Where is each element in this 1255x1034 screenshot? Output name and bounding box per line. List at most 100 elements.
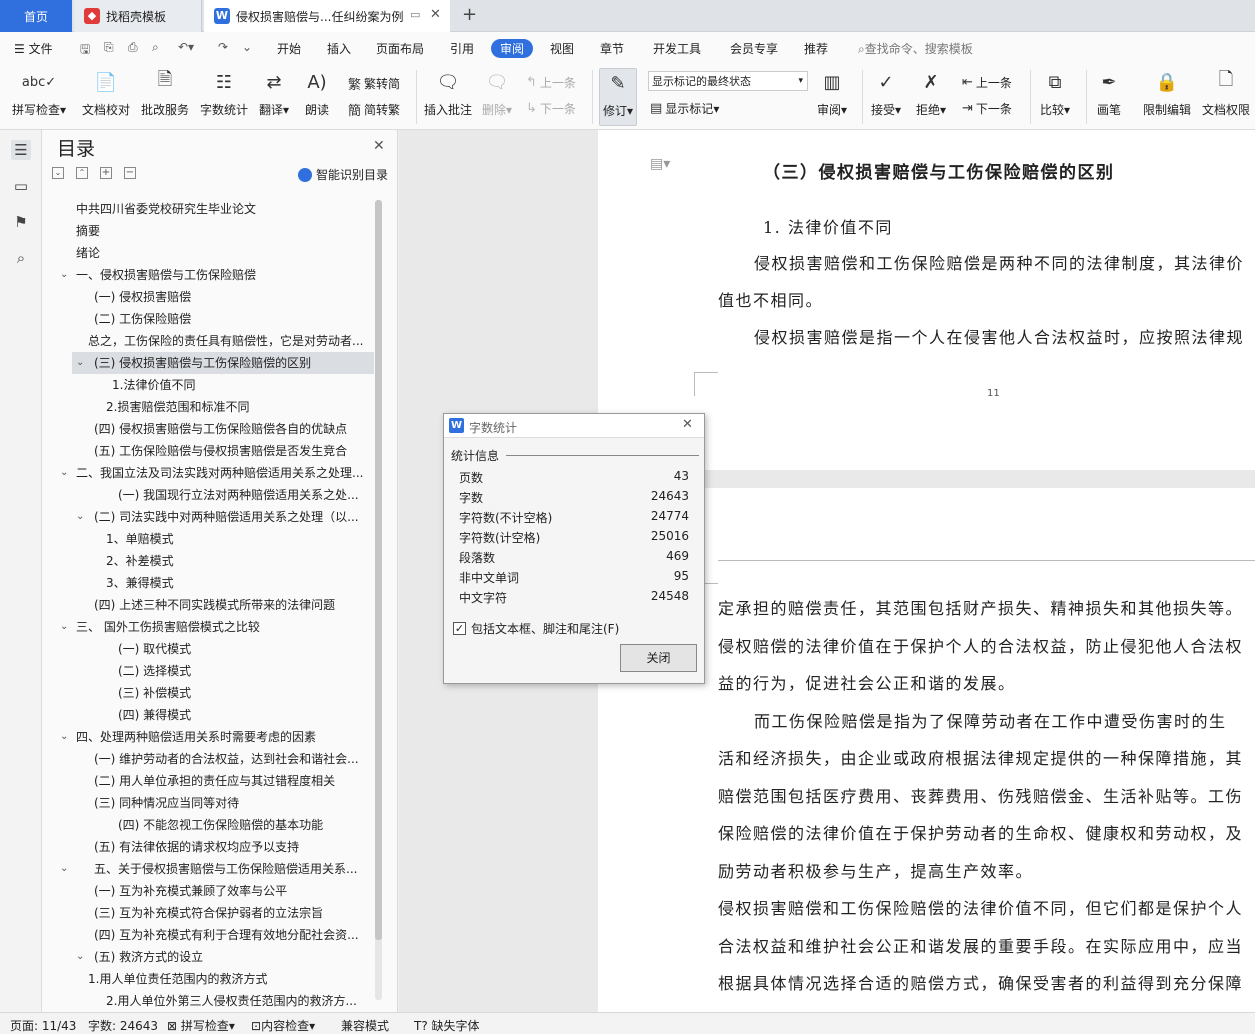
- menu-member[interactable]: 会员专享: [730, 40, 778, 57]
- toc-item[interactable]: (一) 取代模式: [118, 638, 191, 660]
- toc-item[interactable]: 四、处理两种赔偿适用关系时需要考虑的因素: [76, 726, 316, 748]
- chevron-down-icon[interactable]: ⌄: [60, 616, 68, 638]
- close-icon[interactable]: ✕: [373, 138, 385, 154]
- bookmark-icon[interactable]: ⚑: [11, 212, 31, 232]
- toc-item[interactable]: (一) 维护劳动者的合法权益，达到社会和谐社会...: [94, 748, 359, 770]
- tab-template[interactable]: ◆ 找稻壳模板: [74, 0, 202, 32]
- chevron-down-icon[interactable]: ⌄: [76, 946, 84, 968]
- toc-item[interactable]: (三) 同种情况应当同等对待: [94, 792, 239, 814]
- window-icon[interactable]: ▭: [410, 8, 420, 21]
- toc-item[interactable]: (四) 上述三种不同实践模式所带来的法律问题: [94, 594, 335, 616]
- preview-icon[interactable]: ⌕: [152, 40, 159, 55]
- read-aloud-button[interactable]: A) 朗读: [304, 68, 330, 126]
- prev-comment-button[interactable]: ↰ 上一条: [526, 74, 576, 91]
- translate-button[interactable]: ⇄ 翻译▾: [259, 68, 289, 126]
- menu-start[interactable]: 开始: [277, 40, 301, 57]
- expand-all-icon[interactable]: +: [100, 167, 112, 179]
- menu-view[interactable]: 视图: [550, 40, 574, 57]
- reject-button[interactable]: ✗ 拒绝▾: [916, 68, 946, 126]
- toc-item[interactable]: 五、关于侵权损害赔偿与工伤保险赔偿适用关系...: [94, 858, 357, 880]
- pen-button[interactable]: ✒ 画笔: [1096, 68, 1122, 126]
- toc-item[interactable]: 总之，工伤保险的责任具有赔偿性，它是对劳动者...: [88, 330, 363, 352]
- toc-item[interactable]: (一) 侵权损害赔偿: [94, 286, 191, 308]
- menu-file[interactable]: ☰ 文件: [14, 40, 53, 57]
- include-textbox-checkbox[interactable]: ✓ 包括文本框、脚注和尾注(F): [453, 620, 619, 637]
- toc-item[interactable]: (一) 我国现行立法对两种赔偿适用关系之处...: [118, 484, 359, 506]
- toc-item[interactable]: 2.用人单位外第三人侵权责任范围内的救济方...: [106, 990, 357, 1012]
- menu-reference[interactable]: 引用: [450, 40, 474, 57]
- menu-devtools[interactable]: 开发工具: [653, 40, 701, 57]
- show-markup-button[interactable]: ▤ 显示标记 ▾: [650, 100, 719, 117]
- accept-button[interactable]: ✓ 接受▾: [871, 68, 901, 126]
- new-tab-icon[interactable]: +: [462, 4, 477, 25]
- chevron-down-icon[interactable]: ⌄: [76, 352, 84, 374]
- markup-state-select[interactable]: 显示标记的最终状态 ▾: [648, 71, 808, 91]
- toc-item[interactable]: 三、 国外工伤损害赔偿模式之比较: [76, 616, 260, 638]
- chevron-down-icon[interactable]: ⌄: [60, 264, 68, 286]
- toc-item[interactable]: (三) 补偿模式: [118, 682, 191, 704]
- toc-item[interactable]: (一) 互为补充模式兼顾了效率与公平: [94, 880, 287, 902]
- toc-item[interactable]: (二) 用人单位承担的责任应与其过错程度相关: [94, 770, 335, 792]
- undo-icon[interactable]: ↶▾: [178, 40, 194, 54]
- toc-item[interactable]: 二、我国立法及司法实践对两种赔偿适用关系之处理...: [76, 462, 363, 484]
- toc-item[interactable]: (五) 工伤保险赔偿与侵权损害赔偿是否发生竞合: [94, 440, 347, 462]
- restrict-edit-button[interactable]: 🔒 限制编辑: [1143, 68, 1191, 126]
- chevron-down-icon[interactable]: ⌄: [60, 858, 68, 880]
- toc-item[interactable]: 2、补差模式: [106, 550, 174, 572]
- toc-item[interactable]: 摘要: [76, 220, 100, 242]
- search-icon[interactable]: ⌕: [11, 248, 31, 268]
- toc-item[interactable]: (二) 工伤保险赔偿: [94, 308, 191, 330]
- next-comment-button[interactable]: ↳ 下一条: [526, 100, 576, 117]
- paragraph-format-icon[interactable]: ▤▾: [650, 156, 670, 172]
- toc-item[interactable]: 2.损害赔偿范围和标准不同: [106, 396, 249, 418]
- toc-item[interactable]: 绪论: [76, 242, 100, 264]
- redo-icon[interactable]: ↷: [218, 40, 228, 54]
- toc-item[interactable]: (四) 不能忽视工伤保险赔偿的基本功能: [118, 814, 323, 836]
- chevron-down-icon[interactable]: ⌄: [60, 726, 68, 748]
- collapse-all-icon[interactable]: −: [124, 167, 136, 179]
- doc-proof-button[interactable]: 📄 文档校对: [82, 68, 130, 126]
- menu-section[interactable]: 章节: [600, 40, 624, 57]
- revise-button[interactable]: ✎ 修订▾: [599, 68, 638, 126]
- checkbox-checked-icon[interactable]: ✓: [453, 622, 466, 635]
- toc-item[interactable]: 1、单赔模式: [106, 528, 174, 550]
- page-indicator[interactable]: 页面: 11/43: [10, 1017, 76, 1034]
- toc-item[interactable]: 一、侵权损害赔偿与工伤保险赔偿: [76, 264, 256, 286]
- toc-item[interactable]: (三) 侵权损害赔偿与工伤保险赔偿的区别: [94, 352, 311, 374]
- menu-recommend[interactable]: 推荐: [804, 40, 828, 57]
- spellcheck-button[interactable]: abc✓ 拼写检查▾: [12, 68, 66, 126]
- review-pane-button[interactable]: ▥ 审阅▾: [817, 68, 847, 126]
- toc-item[interactable]: 3、兼得模式: [106, 572, 174, 594]
- menu-layout[interactable]: 页面布局: [376, 40, 424, 57]
- insert-comment-button[interactable]: 🗨 插入批注: [424, 68, 472, 126]
- toc-item[interactable]: 中共四川省委党校研究生毕业论文: [76, 198, 256, 220]
- smart-detect-button[interactable]: 智能识别目录: [298, 166, 388, 183]
- scrollbar-track[interactable]: [375, 200, 382, 1000]
- export-icon[interactable]: ⎘: [104, 40, 114, 55]
- chevron-down-icon[interactable]: ⌄: [76, 506, 84, 528]
- toc-item[interactable]: 1.法律价值不同: [112, 374, 195, 396]
- menu-insert[interactable]: 插入: [327, 40, 351, 57]
- annotate-service-button[interactable]: 🗎 批改服务: [141, 68, 189, 126]
- toc-item[interactable]: (五) 救济方式的设立: [94, 946, 203, 968]
- chapter-nav-icon[interactable]: ▭: [11, 176, 31, 196]
- toc-pane-icon[interactable]: ☰: [11, 140, 31, 160]
- delete-comment-button[interactable]: 🗨 删除▾: [482, 68, 512, 126]
- compare-button[interactable]: ⧉ 比较▾: [1040, 68, 1070, 126]
- menu-review[interactable]: 审阅: [491, 39, 534, 58]
- trad-to-simp-button[interactable]: 繁繁转简: [348, 74, 400, 93]
- tab-home[interactable]: 首页: [0, 0, 72, 32]
- command-search[interactable]: ⌕查找命令、搜索模板: [858, 40, 973, 57]
- toc-item[interactable]: (四) 侵权损害赔偿与工伤保险赔偿各自的优缺点: [94, 418, 347, 440]
- close-tab-icon[interactable]: ✕: [430, 7, 441, 22]
- next-change-button[interactable]: ⇥ 下一条: [962, 100, 1012, 117]
- toc-item[interactable]: (四) 互为补充模式有利于合理有效地分配社会资...: [94, 924, 359, 946]
- doc-permission-button[interactable]: 🗋 文档权限: [1202, 68, 1250, 126]
- toc-item[interactable]: (四) 兼得模式: [118, 704, 191, 726]
- prev-change-button[interactable]: ⇤ 上一条: [962, 74, 1012, 91]
- save-icon[interactable]: 🖫: [80, 40, 90, 61]
- simp-to-trad-button[interactable]: 簡简转繁: [348, 100, 400, 119]
- word-count-button[interactable]: ☷ 字数统计: [200, 68, 248, 126]
- spellcheck-toggle[interactable]: ⊠ 拼写检查▾: [167, 1017, 235, 1034]
- tab-document[interactable]: W 侵权损害赔偿与...任纠纷案为例 ▭ ✕: [204, 0, 450, 32]
